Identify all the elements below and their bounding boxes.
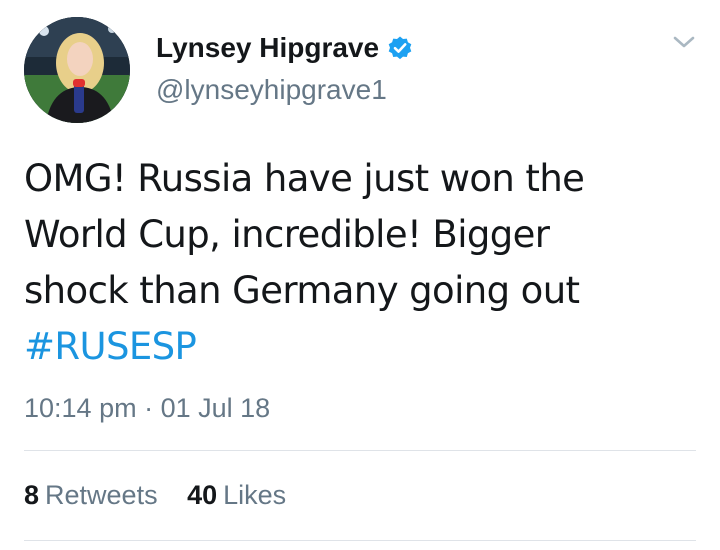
tweet-card: Lynsey Hipgrave @lynseyhipgrave1 OMG! Ru… — [0, 0, 720, 550]
user-handle[interactable]: @lynseyhipgrave1 — [156, 70, 413, 110]
likes-label: Likes — [223, 480, 287, 510]
tweet-text: OMG! Russia have just won the World Cup,… — [24, 151, 694, 375]
tweet-timestamp[interactable]: 10:14 pm · 01 Jul 18 — [24, 388, 270, 428]
likes-count: 40 — [187, 480, 218, 510]
tweet-text-line: OMG! Russia have just won the — [24, 157, 585, 200]
tweet-stats: 8 Retweets 40 Likes — [24, 475, 308, 515]
retweets-stat[interactable]: 8 Retweets — [24, 480, 158, 510]
tweet-text-line: shock than Germany going out — [24, 269, 580, 312]
tweet-text-line: World Cup, incredible! Bigger — [24, 213, 550, 256]
user-info[interactable]: Lynsey Hipgrave @lynseyhipgrave1 — [156, 28, 413, 110]
avatar[interactable] — [24, 17, 130, 123]
name-row: Lynsey Hipgrave — [156, 28, 413, 68]
timestamp-separator: · — [144, 393, 154, 423]
retweets-label: Retweets — [45, 480, 158, 510]
tweet-date: 01 Jul 18 — [160, 393, 271, 423]
avatar-image — [24, 17, 130, 123]
tweet-time: 10:14 pm — [24, 393, 137, 423]
display-name[interactable]: Lynsey Hipgrave — [156, 28, 379, 68]
retweets-count: 8 — [24, 480, 40, 510]
chevron-down-icon[interactable] — [671, 32, 697, 52]
likes-stat[interactable]: 40 Likes — [187, 480, 286, 510]
divider — [24, 450, 696, 451]
divider — [24, 540, 696, 541]
verified-badge-icon — [388, 36, 412, 60]
hashtag-link[interactable]: #RUSESP — [24, 319, 694, 375]
